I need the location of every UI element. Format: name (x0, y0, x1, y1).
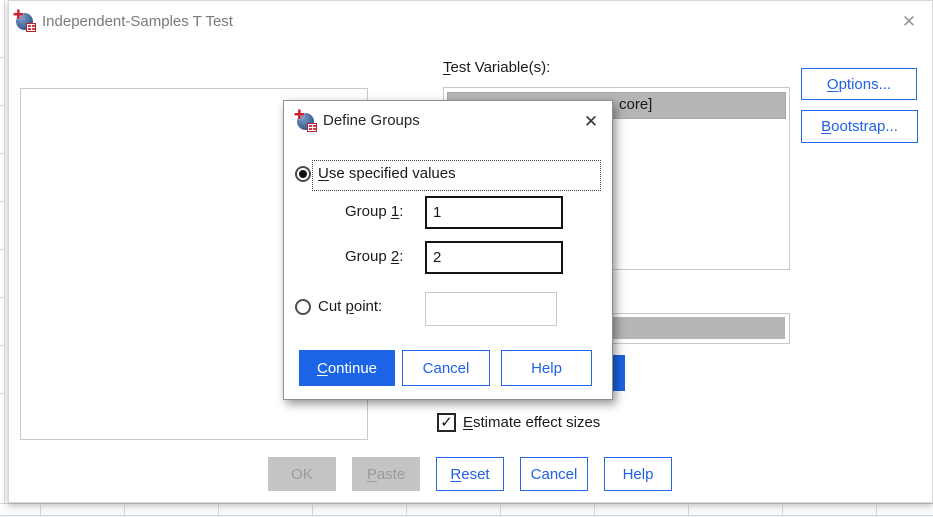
data-editor-grid-sliver (0, 503, 933, 517)
dialog-title: Independent-Samples T Test (42, 13, 233, 30)
background-row-tick (0, 249, 5, 250)
background-row-tick (0, 297, 5, 298)
background-row-tick (0, 105, 5, 106)
estimate-effect-sizes-label: Estimate effect sizes (463, 414, 601, 431)
cell-border (406, 505, 407, 515)
background-row-tick (0, 393, 5, 394)
cell-border (218, 505, 219, 515)
cell-border (124, 505, 125, 515)
close-icon[interactable]: ✕ (896, 9, 922, 35)
background-row-tick (0, 345, 5, 346)
cut-point-label[interactable]: Cut point: (318, 298, 382, 315)
background-row-tick (0, 201, 5, 202)
spss-app-icon: ✚ (13, 8, 36, 32)
cell-border (594, 505, 595, 515)
spss-app-icon: ✚ (294, 108, 317, 132)
cancel-button[interactable]: Cancel (520, 457, 588, 491)
cell-border (876, 505, 877, 515)
cell-border (40, 505, 41, 515)
cancel-button[interactable]: Cancel (402, 350, 490, 386)
cell-border (312, 505, 313, 515)
continue-button[interactable]: Continue (299, 350, 395, 386)
define-groups-title: Define Groups (323, 112, 420, 129)
cut-point-radio[interactable] (295, 299, 311, 315)
background-row-tick (0, 153, 5, 154)
help-button[interactable]: Help (604, 457, 672, 491)
cell-border (688, 505, 689, 515)
check-icon: ✓ (440, 414, 453, 431)
help-button[interactable]: Help (501, 350, 592, 386)
estimate-effect-sizes-checkbox[interactable]: ✓ (437, 413, 456, 432)
cell-border (782, 505, 783, 515)
reset-button[interactable]: Reset (436, 457, 504, 491)
use-specified-values-radio[interactable] (295, 166, 311, 182)
group2-input[interactable] (425, 241, 563, 274)
group1-label: Group 1: (345, 203, 404, 220)
bootstrap-button[interactable]: Bootstrap... (801, 110, 918, 143)
cell-border (500, 505, 501, 515)
test-variables-label: Test Variable(s): (443, 59, 551, 76)
use-specified-values-label[interactable]: Use specified values (318, 165, 456, 182)
cut-point-input[interactable] (425, 292, 557, 326)
background-gridline (4, 0, 5, 504)
group2-label: Group 2: (345, 248, 404, 265)
screen: ✚ Independent-Samples T Test ✕ Test Vari… (0, 0, 933, 517)
close-icon[interactable]: ✕ (578, 109, 604, 135)
options-button[interactable]: Options... (801, 68, 917, 100)
ok-button[interactable]: OK (268, 457, 336, 491)
selected-test-variable-text: core] (619, 96, 653, 113)
background-row-tick (0, 57, 5, 58)
paste-button[interactable]: Paste (352, 457, 420, 491)
group1-input[interactable] (425, 196, 563, 229)
